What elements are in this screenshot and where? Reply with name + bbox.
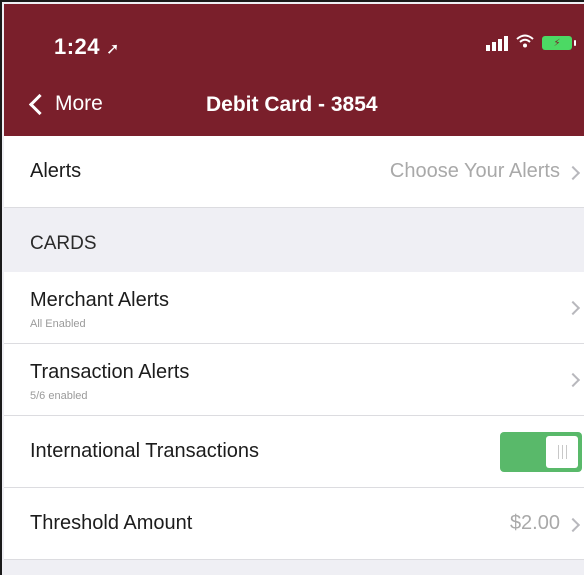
section-header-cards: CARDS (4, 208, 584, 272)
threshold-amount-row[interactable]: Threshold Amount $2.00 (4, 488, 584, 560)
international-transactions-row: International Transactions (4, 416, 584, 488)
transaction-alerts-sublabel: 5/6 enabled (30, 390, 88, 402)
header-bar: 1:24 ➚ ⚡ More Debit Card - 3854 (4, 4, 584, 136)
merchant-alerts-row[interactable]: Merchant Alerts All Enabled (4, 272, 584, 344)
chevron-right-icon (565, 300, 581, 316)
cellular-signal-icon (486, 35, 508, 51)
section-label: CARDS (30, 233, 97, 254)
chevron-left-icon (28, 93, 51, 116)
status-time-text: 1:24 (54, 34, 101, 59)
section-spacer (4, 560, 584, 575)
status-bar-indicators: ⚡ (486, 34, 576, 52)
international-transactions-label: International Transactions (30, 440, 260, 462)
back-button-label: More (55, 92, 103, 115)
back-button[interactable]: More (28, 92, 103, 116)
alerts-row[interactable]: Alerts Choose Your Alerts (4, 136, 584, 208)
threshold-amount-value: $2.00 (509, 512, 560, 534)
merchant-alerts-sublabel: All Enabled (30, 318, 86, 330)
merchant-alerts-label: Merchant Alerts (30, 289, 169, 311)
chevron-right-icon (565, 517, 581, 533)
app-frame: 1:24 ➚ ⚡ More Debit Card - 3854 Alerts Ch… (0, 0, 584, 575)
status-bar-time: 1:24 ➚ (54, 34, 120, 60)
threshold-amount-label: Threshold Amount (30, 512, 193, 534)
international-transactions-toggle[interactable] (500, 432, 582, 472)
chevron-right-icon (565, 165, 581, 181)
location-arrow-icon: ➚ (106, 41, 120, 58)
battery-charging-icon: ⚡ (542, 36, 576, 50)
alerts-label: Alerts (30, 160, 82, 182)
alerts-value: Choose Your Alerts (389, 160, 560, 182)
transaction-alerts-label: Transaction Alerts (30, 361, 190, 383)
wifi-icon (516, 34, 534, 52)
transaction-alerts-row[interactable]: Transaction Alerts 5/6 enabled (4, 344, 584, 416)
chevron-right-icon (565, 372, 581, 388)
toggle-knob (546, 436, 578, 468)
page-title: Debit Card - 3854 (206, 93, 378, 116)
